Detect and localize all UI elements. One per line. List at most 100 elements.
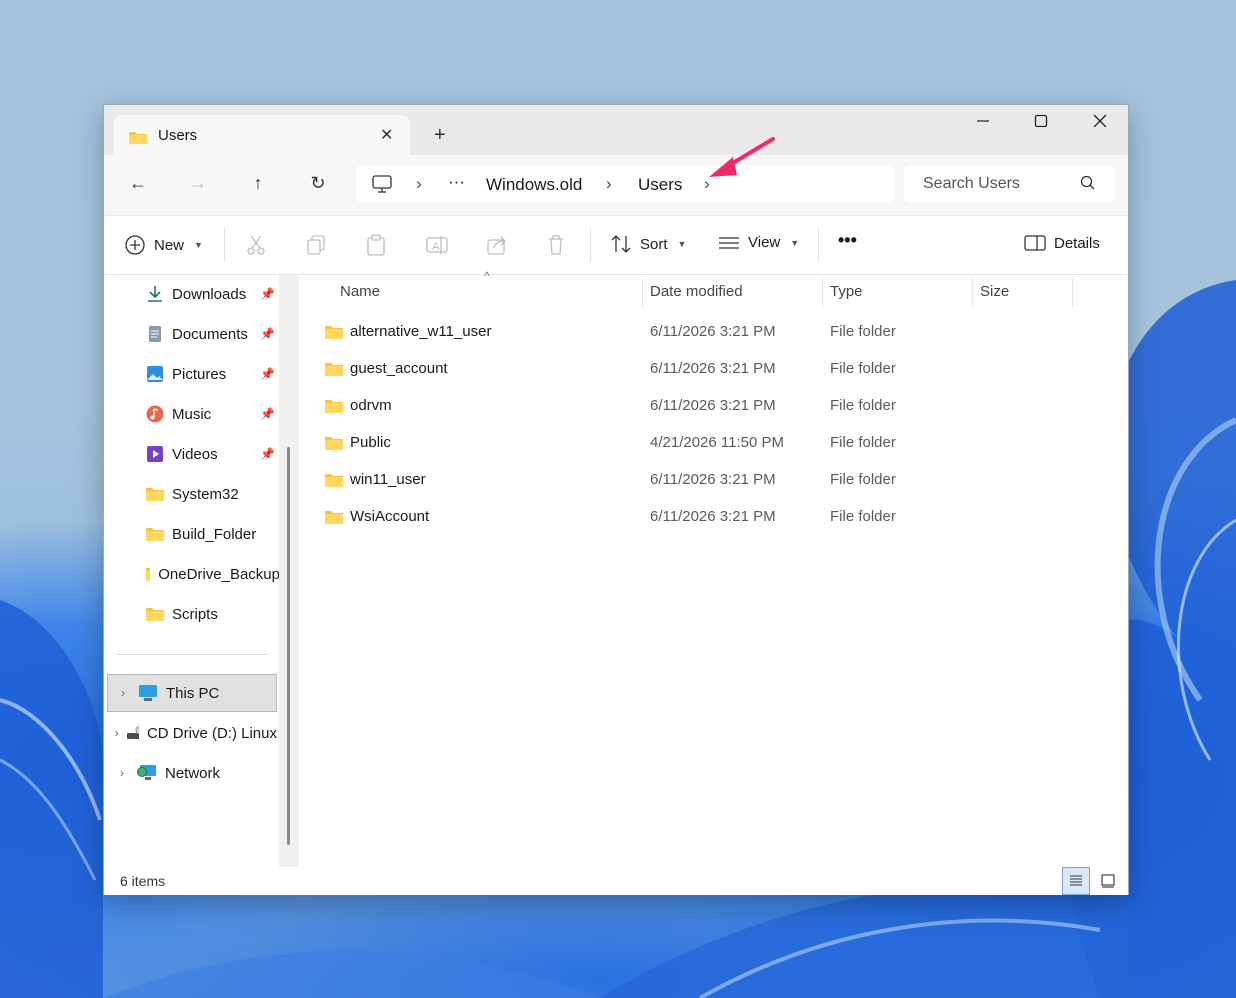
pictures-icon — [147, 366, 163, 382]
chevron-down-icon: ▼ — [677, 239, 687, 249]
sidebar-item-label: Downloads — [172, 285, 247, 303]
sidebar-item-build-folder[interactable]: Build_Folder — [146, 522, 280, 546]
sidebar-item-cd-drive[interactable]: › CD Drive (D:) Linux — [107, 714, 277, 752]
close-window-button[interactable] — [1085, 113, 1115, 132]
sidebar-item-system32[interactable]: System32 — [146, 482, 280, 506]
sort-indicator-icon: ^ — [484, 269, 490, 283]
folder-icon — [325, 436, 343, 450]
column-header-size[interactable]: Size — [980, 283, 1009, 309]
sidebar-item-network[interactable]: › Network — [107, 754, 277, 792]
copy-button[interactable] — [306, 234, 326, 256]
sort-button[interactable]: Sort ▼ — [610, 234, 686, 254]
details-view-button[interactable] — [1062, 867, 1090, 895]
column-header-type[interactable]: Type — [830, 283, 863, 309]
pin-icon[interactable]: 📌 — [260, 327, 275, 341]
folder-icon — [325, 362, 343, 376]
expand-chevron-icon[interactable]: › — [107, 766, 137, 780]
forward-button[interactable]: → — [184, 173, 212, 194]
breadcrumb-windows-old[interactable]: Windows.old — [486, 175, 582, 195]
navigation-pane: Downloads 📌 Documents 📌 Pictures 📌 Music… — [104, 275, 300, 867]
column-divider[interactable] — [822, 278, 823, 308]
up-button[interactable]: ↑ — [244, 173, 272, 194]
rename-icon: A — [426, 236, 448, 254]
breadcrumb-separator[interactable]: › — [606, 174, 612, 194]
details-pane-button[interactable]: Details — [1024, 234, 1100, 252]
cut-button[interactable] — [246, 234, 266, 256]
this-pc-icon[interactable] — [372, 175, 392, 198]
pin-icon[interactable]: 📌 — [260, 407, 275, 421]
file-name-cell: WsiAccount — [324, 508, 429, 525]
table-row[interactable]: guest_account 6/11/2026 3:21 PM File fol… — [324, 354, 1104, 386]
sidebar-item-label: System32 — [172, 485, 239, 503]
folder-icon — [325, 510, 343, 524]
type-cell: File folder — [830, 471, 896, 488]
sidebar-divider — [116, 654, 268, 655]
toolbar-divider — [224, 228, 225, 262]
sidebar-item-label: Build_Folder — [172, 525, 257, 543]
file-list: ^ Name Date modified Type Size alternati… — [300, 269, 1128, 867]
sidebar-item-label: Network — [165, 764, 221, 782]
annotation-arrow — [709, 137, 775, 177]
rename-button[interactable]: A — [426, 234, 448, 256]
close-icon — [1093, 114, 1107, 128]
view-button[interactable]: View ▼ — [718, 234, 799, 251]
sidebar-scroll-thumb[interactable] — [287, 447, 290, 845]
breadcrumb-users[interactable]: Users — [638, 175, 682, 195]
toolbar-divider — [818, 228, 819, 262]
paste-icon — [367, 234, 385, 256]
new-tab-button[interactable]: + — [434, 124, 446, 147]
delete-button[interactable] — [546, 234, 566, 256]
share-button[interactable] — [486, 234, 508, 256]
table-row[interactable]: odrvm 6/11/2026 3:21 PM File folder — [324, 391, 1104, 423]
pin-icon[interactable]: 📌 — [260, 447, 275, 461]
back-button[interactable]: ← — [124, 173, 152, 194]
tab-users[interactable]: Users ✕ — [114, 115, 410, 155]
column-divider[interactable] — [642, 278, 643, 308]
file-name: guest_account — [350, 360, 448, 377]
expand-chevron-icon[interactable]: › — [108, 686, 138, 700]
navigation-bar: ← → ↑ ↻ › ··· Windows.old › Users › Sear… — [104, 155, 1128, 216]
column-header-date[interactable]: Date modified — [650, 283, 743, 309]
type-cell: File folder — [830, 434, 896, 451]
column-divider[interactable] — [1072, 278, 1073, 308]
cut-icon — [247, 235, 265, 255]
minimize-button[interactable] — [968, 113, 998, 132]
folder-icon — [325, 473, 343, 487]
sidebar-item-label: This PC — [166, 684, 220, 702]
table-row[interactable]: WsiAccount 6/11/2026 3:21 PM File folder — [324, 502, 1104, 534]
breadcrumb-more[interactable]: ··· — [448, 172, 465, 192]
sidebar-item-label: Documents — [172, 325, 248, 343]
date-modified-cell: 6/11/2026 3:21 PM — [650, 360, 776, 377]
maximize-button[interactable] — [1026, 113, 1056, 132]
paste-button[interactable] — [366, 234, 386, 256]
tab-close-icon[interactable]: ✕ — [380, 125, 393, 145]
search-box[interactable]: Search Users — [904, 165, 1115, 203]
file-name-cell: Public — [324, 434, 391, 451]
sidebar-item-scripts[interactable]: Scripts — [146, 602, 280, 626]
column-header-name[interactable]: Name — [340, 283, 380, 309]
folder-icon — [325, 325, 343, 339]
type-cell: File folder — [830, 508, 896, 525]
tab-title: Users — [158, 127, 198, 144]
table-row[interactable]: alternative_w11_user 6/11/2026 3:21 PM F… — [324, 317, 1104, 349]
new-button[interactable]: New ▼ — [124, 234, 203, 256]
pin-icon[interactable]: 📌 — [260, 287, 275, 301]
sidebar-item-label: Pictures — [172, 365, 227, 383]
more-options-button[interactable]: ••• — [838, 230, 857, 251]
table-row[interactable]: win11_user 6/11/2026 3:21 PM File folder — [324, 465, 1104, 497]
sidebar-item-this-pc[interactable]: › This PC — [107, 674, 277, 712]
table-row[interactable]: Public 4/21/2026 11:50 PM File folder — [324, 428, 1104, 460]
expand-chevron-icon[interactable]: › — [107, 726, 126, 740]
chevron-down-icon: ▼ — [194, 240, 203, 250]
breadcrumb-separator[interactable]: › — [416, 174, 422, 194]
column-divider[interactable] — [972, 278, 973, 308]
pin-icon[interactable]: 📌 — [260, 367, 275, 381]
address-bar[interactable]: › ··· Windows.old › Users › — [356, 165, 894, 203]
view-list-icon — [719, 236, 739, 249]
refresh-button[interactable]: ↻ — [304, 173, 332, 194]
sidebar-item-onedrive-backup[interactable]: OneDrive_Backup — [146, 562, 280, 586]
status-bar: 6 items — [104, 867, 1128, 895]
tiles-view-button[interactable] — [1094, 867, 1122, 895]
file-name: win11_user — [350, 471, 426, 488]
folder-icon — [146, 488, 164, 501]
